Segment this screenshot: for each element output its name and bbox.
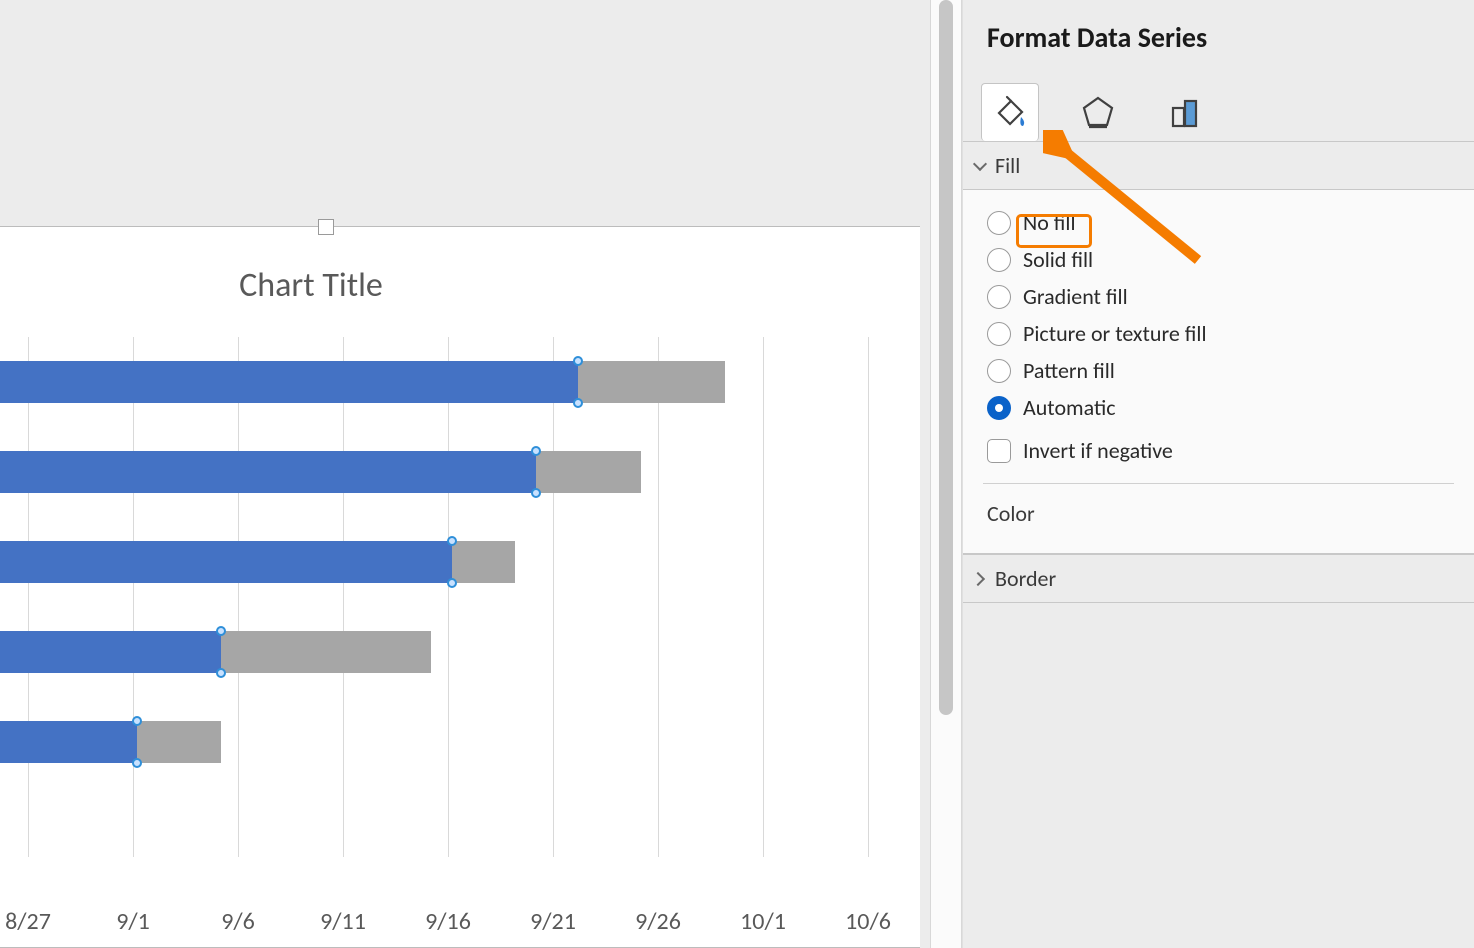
radio-icon <box>987 211 1011 235</box>
scrollbar-thumb[interactable] <box>939 0 953 715</box>
pentagon-icon <box>1080 94 1116 130</box>
radio-pattern-fill[interactable]: Pattern fill <box>983 352 1454 389</box>
x-tick-label: 10/1 <box>740 907 786 936</box>
chevron-right-icon <box>973 572 987 586</box>
series2-bar[interactable] <box>221 631 431 673</box>
radio-label: No fill <box>1023 209 1076 236</box>
vertical-scrollbar[interactable] <box>930 0 962 948</box>
tab-fill-and-line[interactable] <box>981 83 1039 141</box>
x-tick-label: 9/21 <box>530 907 576 936</box>
plot-area[interactable] <box>0 337 901 857</box>
checkbox-invert-if-negative[interactable]: Invert if negative <box>983 432 1454 469</box>
x-tick-label: 10/6 <box>845 907 891 936</box>
chevron-down-icon <box>973 159 987 173</box>
format-pane: Format Data Series <box>962 0 1474 948</box>
radio-automatic[interactable]: Automatic <box>983 389 1454 426</box>
radio-gradient-fill[interactable]: Gradient fill <box>983 278 1454 315</box>
section-fill-body: No fill Solid fill Gradient fill Picture… <box>963 190 1474 554</box>
x-tick-label: 9/1 <box>116 907 150 936</box>
series2-bar[interactable] <box>578 361 725 403</box>
series2-bar[interactable] <box>452 541 515 583</box>
section-fill-label: Fill <box>995 152 1020 179</box>
radio-label: Solid fill <box>1023 246 1093 273</box>
chart-canvas-area[interactable]: Chart Title <box>0 0 930 948</box>
radio-label: Gradient fill <box>1023 283 1128 310</box>
series1-bar[interactable] <box>0 541 452 583</box>
section-fill-header[interactable]: Fill <box>963 141 1474 190</box>
pane-category-tabs <box>963 79 1474 141</box>
chart-object[interactable]: Chart Title <box>0 226 920 948</box>
radio-label: Pattern fill <box>1023 357 1115 384</box>
checkbox-label: Invert if negative <box>1023 437 1173 464</box>
series1-bar[interactable] <box>0 361 578 403</box>
section-border-label: Border <box>995 565 1056 592</box>
radio-icon <box>987 359 1011 383</box>
checkbox-icon <box>987 439 1011 463</box>
paint-bucket-icon <box>992 95 1028 131</box>
x-tick-label: 9/16 <box>425 907 471 936</box>
radio-icon <box>987 248 1011 272</box>
radio-icon <box>987 396 1011 420</box>
radio-picture-texture-fill[interactable]: Picture or texture fill <box>983 315 1454 352</box>
tab-series-options[interactable] <box>1157 83 1215 141</box>
series1-bar[interactable] <box>0 721 137 763</box>
chart-selection-handle-top[interactable] <box>318 219 334 235</box>
section-border-header[interactable]: Border <box>963 554 1474 603</box>
x-tick-label: 8/27 <box>5 907 51 936</box>
chart-title[interactable]: Chart Title <box>0 265 641 306</box>
series1-bar[interactable] <box>0 631 221 673</box>
bar-chart-icon <box>1168 94 1204 130</box>
x-tick-label: 9/11 <box>320 907 366 936</box>
bars <box>0 337 901 857</box>
radio-label: Picture or texture fill <box>1023 320 1207 347</box>
pane-title: Format Data Series <box>963 0 1474 79</box>
tab-effects[interactable] <box>1069 83 1127 141</box>
x-tick-label: 9/6 <box>221 907 255 936</box>
x-axis[interactable]: 8/27 9/1 9/6 9/11 9/16 9/21 9/26 10/1 10… <box>0 907 901 947</box>
radio-icon <box>987 322 1011 346</box>
radio-no-fill[interactable]: No fill <box>983 204 1454 241</box>
series1-bar[interactable] <box>0 451 536 493</box>
radio-solid-fill[interactable]: Solid fill <box>983 241 1454 278</box>
fill-color-label: Color <box>983 498 1454 535</box>
radio-icon <box>987 285 1011 309</box>
series2-bar[interactable] <box>536 451 641 493</box>
x-tick-label: 9/26 <box>635 907 681 936</box>
radio-label: Automatic <box>1023 394 1116 421</box>
divider <box>983 483 1454 484</box>
series2-bar[interactable] <box>137 721 221 763</box>
